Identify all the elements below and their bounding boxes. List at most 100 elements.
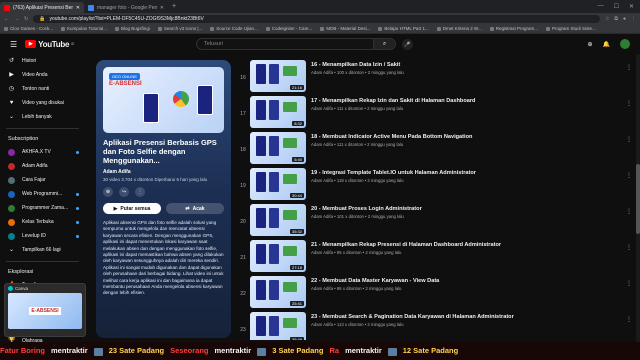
back-icon[interactable]: ← <box>4 16 9 22</box>
video-thumbnail[interactable]: 30:44 <box>250 168 306 200</box>
video-meta: Adam Adifa • 111 x ditonton • 2 minggu y… <box>311 106 404 111</box>
more-options-icon[interactable]: ⋮ <box>626 64 632 71</box>
search-input[interactable]: Telusuri <box>197 41 373 47</box>
more-options-icon[interactable]: ⋮ <box>626 136 632 143</box>
sidebar-item[interactable]: ▶ Video Anda <box>0 68 85 82</box>
playlist-video-row[interactable]: 18 5:40 18 - Membuat Indicator Active Menu… <box>236 132 640 168</box>
microphone-icon[interactable]: 🎤 <box>402 39 413 50</box>
bookmark-item[interactable]: Dmet Kriteria 2 W... <box>437 26 482 31</box>
playlist-video-row[interactable]: 20 35:32 20 - Membuat Proses Login Adminis… <box>236 204 640 240</box>
bookmark-item[interactable]: Blog Bugsfingi <box>115 26 150 31</box>
video-thumbnail[interactable]: 36:49 <box>250 312 306 340</box>
playlist-video-row[interactable]: 23 36:49 23 - Membuat Search & Pagination … <box>236 312 640 340</box>
playlist-video-row[interactable]: 16 21:16 16 - Menampilkan Data Izin / Saki… <box>236 60 640 96</box>
shuffle-icon: ⇄ <box>185 205 190 212</box>
reload-icon[interactable]: ↻ <box>24 16 28 22</box>
video-title[interactable]: 20 - Membuat Proses Login Administrator <box>311 206 422 212</box>
search-button[interactable]: ⌕ <box>373 39 395 49</box>
video-title[interactable]: 16 - Menampilkan Data Izin / Sakit <box>311 62 404 68</box>
chart-graphic <box>283 246 297 256</box>
sidebar-item[interactable]: ⌄ Lebih banyak <box>0 110 85 124</box>
close-window-icon[interactable]: ✕ <box>629 3 634 10</box>
more-options-icon[interactable]: ⋮ <box>626 280 632 287</box>
profile-icon[interactable]: ● <box>623 16 626 22</box>
subscription-item[interactable]: Levelup ID <box>0 229 85 243</box>
subscription-item[interactable]: Web Programmi... <box>0 187 85 201</box>
video-title[interactable]: 21 - Menampilkan Rekap Presensi di Halam… <box>311 242 501 248</box>
extensions-icon[interactable]: ⧉ <box>614 16 618 22</box>
chart-graphic <box>283 66 297 76</box>
subscription-item[interactable]: Kelas Terbuka <box>0 215 85 229</box>
subscription-label: Programmer Zama... <box>22 205 69 211</box>
playlist-video-row[interactable]: 21 27:18 21 - Menampilkan Rekap Presensi d… <box>236 240 640 276</box>
video-thumbnail[interactable]: 27:18 <box>250 240 306 272</box>
playlist-video-row[interactable]: 19 30:44 19 - Integrasi Template Tablet.IO… <box>236 168 640 204</box>
bell-icon[interactable]: 🔔 <box>603 41 610 48</box>
bookmark-item[interactable]: Program Studi Siste... <box>546 26 596 31</box>
video-thumbnail[interactable]: 21:16 <box>250 60 306 92</box>
bookmark-item[interactable]: Registrasi Program... <box>490 26 538 31</box>
subscription-item[interactable]: AKHFA.X TV <box>0 145 85 159</box>
tab-close-icon[interactable]: ✕ <box>76 5 80 11</box>
video-thumbnail[interactable]: 5:40 <box>250 132 306 164</box>
video-index: 23 <box>240 327 246 333</box>
browser-tab[interactable]: (763) Aplikasi Presensi Berbasis...✕ <box>0 2 84 13</box>
playlist-video-row[interactable]: 22 25:41 22 - Membuat Data Master Karyawan… <box>236 276 640 312</box>
sidebar-item[interactable]: ♥ Video yang disukai <box>0 96 85 110</box>
hamburger-menu-icon[interactable]: ☰ <box>10 40 17 49</box>
more-icon[interactable]: ⋮ <box>135 187 145 197</box>
video-title[interactable]: 17 - Menampilkan Rekap Izin dan Sakit di… <box>311 98 475 104</box>
bookmark-item[interactable]: Cloo Games - Cock... <box>4 26 53 31</box>
video-title[interactable]: 22 - Membuat Data Master Karyawan - View… <box>311 278 439 284</box>
channel-avatar <box>8 218 15 226</box>
playlist-video-row[interactable]: 17 8:32 17 - Menampilkan Rekap Izin dan Sa… <box>236 96 640 132</box>
maximize-icon[interactable]: ☐ <box>614 3 619 10</box>
scrollbar[interactable] <box>636 54 640 342</box>
video-thumbnail[interactable]: 8:32 <box>250 96 306 128</box>
shuffle-button[interactable]: ⇄ Acak <box>166 203 224 214</box>
bookmark-item[interactable]: Source Code Ujian... <box>210 26 258 31</box>
share-icon[interactable]: ↪ <box>119 187 129 197</box>
playlist-author[interactable]: Adam Adifa <box>103 169 224 175</box>
video-title[interactable]: 18 - Membuat Indicator Active Menu Pada … <box>311 134 472 140</box>
bookmark-item[interactable]: Belajar HTML Part 1... <box>378 26 428 31</box>
subscription-item[interactable]: ⌄ Tampilkan 66 lagi <box>0 243 85 257</box>
video-duration: 8:32 <box>292 121 304 126</box>
minimize-icon[interactable]: — <box>598 3 604 10</box>
video-thumbnail[interactable]: 35:32 <box>250 204 306 236</box>
create-icon[interactable]: ⊕ <box>587 41 592 48</box>
playlist-thumbnail[interactable]: GEO ONLINE E-ABSENSI <box>103 67 224 133</box>
video-title[interactable]: 23 - Membuat Search & Pagination Data Ka… <box>311 314 514 320</box>
video-title[interactable]: 19 - Integrasi Template Tablet.IO untuk … <box>311 170 476 176</box>
bookmark-item[interactable]: Search v3 Icons |... <box>158 26 202 31</box>
scrollbar-thumb[interactable] <box>636 164 640 234</box>
tab-close-icon[interactable]: ✕ <box>160 5 164 11</box>
bookmark-item[interactable]: MDB - Material Desi... <box>320 26 370 31</box>
more-options-icon[interactable]: ⋮ <box>626 100 632 107</box>
youtube-logo[interactable]: ▶ YouTube ID <box>25 40 74 49</box>
subscription-item[interactable]: Cara Fajar <box>0 173 85 187</box>
more-options-icon[interactable]: ⋮ <box>626 208 632 215</box>
ticker-segment: Ra <box>329 346 340 356</box>
more-options-icon[interactable]: ⋮ <box>626 172 632 179</box>
more-options-icon[interactable]: ⋮ <box>626 244 632 251</box>
menu-icon[interactable]: ⋮ <box>631 16 636 22</box>
tab-preview-thumbnail[interactable]: E-ABSENSI <box>8 293 82 329</box>
bookmark-item[interactable]: Kumpulan Tutorial... <box>61 26 107 31</box>
subscription-item[interactable]: Adam Adifa <box>0 159 85 173</box>
url-field[interactable]: 🔒 youtube.com/playlist?list=PLEM-DF5C45U… <box>33 14 600 23</box>
star-icon[interactable]: ☆ <box>605 16 609 22</box>
bookmark-item[interactable]: Codeigniter - Care... <box>266 26 313 31</box>
forward-icon[interactable]: → <box>14 16 19 22</box>
save-playlist-icon[interactable]: ⊕ <box>103 187 113 197</box>
subscription-item[interactable]: Programmer Zama... <box>0 201 85 215</box>
video-thumbnail[interactable]: 25:41 <box>250 276 306 308</box>
browser-tab[interactable]: manager foto - Google Penelusu...✕ <box>84 2 168 13</box>
play-all-button[interactable]: ▶ Putar semua <box>103 203 161 214</box>
sidebar-item[interactable]: ◷ Tonton nanti <box>0 82 85 96</box>
more-options-icon[interactable]: ⋮ <box>626 316 632 323</box>
avatar[interactable] <box>620 39 630 49</box>
new-tab-button[interactable]: + <box>172 3 176 10</box>
sidebar-item[interactable]: ↺ Histori <box>0 54 85 68</box>
search-box: Telusuri ⌕ <box>196 38 396 50</box>
